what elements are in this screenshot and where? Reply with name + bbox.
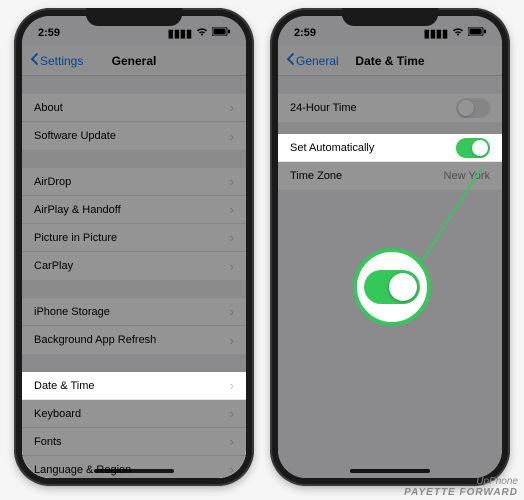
status-time: 2:59 [38, 27, 60, 39]
row-label: AirPlay & Handoff [34, 204, 121, 216]
row-value: New York [444, 170, 490, 182]
row-label: Date & Time [34, 380, 95, 392]
callout-connector [278, 16, 502, 478]
row-label: Background App Refresh [34, 334, 156, 346]
toggle-set-automatically[interactable] [456, 138, 490, 158]
row-label: AirDrop [34, 176, 71, 188]
row-time-zone[interactable]: Time Zone New York [278, 162, 502, 190]
row-date-time[interactable]: Date & Time › [22, 372, 246, 400]
row-set-automatically[interactable]: Set Automatically [278, 134, 502, 162]
row-background-app-refresh[interactable]: Background App Refresh › [22, 326, 246, 354]
row-label: iPhone Storage [34, 306, 110, 318]
chevron-left-icon [30, 53, 38, 68]
chevron-right-icon: › [230, 202, 234, 217]
battery-icon [468, 27, 486, 39]
settings-list[interactable]: About›Software Update›AirDrop›AirPlay & … [22, 94, 246, 478]
chevron-right-icon: › [230, 259, 234, 274]
toggle-on-icon [364, 270, 420, 304]
row-label: 24-Hour Time [290, 102, 357, 114]
row-language-region[interactable]: Language & Region› [22, 456, 246, 478]
row-label: About [34, 102, 63, 114]
back-label: Settings [40, 54, 83, 68]
row-software-update[interactable]: Software Update › [22, 122, 246, 150]
nav-bar: Settings General [22, 46, 246, 76]
chevron-right-icon: › [230, 230, 234, 245]
row-picture-in-picture[interactable]: Picture in Picture › [22, 224, 246, 252]
phone-left: 2:59 ▮▮▮▮ Settings [14, 8, 254, 486]
status-icons: ▮▮▮▮ [168, 27, 230, 40]
chevron-right-icon: › [230, 333, 234, 348]
row-label: Software Update [34, 130, 116, 142]
back-button[interactable]: General [286, 53, 339, 68]
watermark-line2: PAYETTE FORWARD [404, 487, 518, 498]
watermark: UpPhone PAYETTE FORWARD [404, 476, 518, 498]
status-time: 2:59 [294, 27, 316, 39]
row-label: Time Zone [290, 170, 342, 182]
wifi-icon [452, 27, 464, 39]
page-title: General [112, 54, 157, 68]
notch [342, 8, 438, 26]
row-label: Fonts [34, 436, 62, 448]
status-icons: ▮▮▮▮ [424, 27, 486, 40]
back-button[interactable]: Settings [30, 53, 83, 68]
row-24-hour-time[interactable]: 24-Hour Time [278, 94, 502, 122]
phone-right: 2:59 ▮▮▮▮ General [270, 8, 510, 486]
chevron-right-icon: › [230, 378, 234, 393]
row-about[interactable]: About › [22, 94, 246, 122]
home-indicator[interactable] [350, 469, 430, 473]
chevron-right-icon: › [230, 304, 234, 319]
notch [86, 8, 182, 26]
row-label: Set Automatically [290, 142, 374, 154]
battery-icon [212, 27, 230, 39]
callout-toggle-zoom [353, 248, 431, 326]
chevron-right-icon: › [230, 174, 234, 189]
row-carplay[interactable]: CarPlay › [22, 252, 246, 280]
nav-bar: General Date & Time [278, 46, 502, 76]
watermark-line1: UpPhone [404, 476, 518, 487]
back-label: General [296, 54, 339, 68]
chevron-right-icon: › [230, 462, 234, 477]
row-label: Picture in Picture [34, 232, 117, 244]
signal-icon: ▮▮▮▮ [168, 27, 192, 40]
row-label: Keyboard [34, 408, 81, 420]
chevron-right-icon: › [230, 100, 234, 115]
row-fonts[interactable]: Fonts › [22, 428, 246, 456]
chevron-right-icon: › [230, 129, 234, 144]
page-title: Date & Time [355, 54, 424, 68]
toggle-24-hour[interactable] [456, 98, 490, 118]
chevron-right-icon: › [230, 406, 234, 421]
row-label: CarPlay [34, 260, 73, 272]
chevron-right-icon: › [230, 434, 234, 449]
row-iphone-storage[interactable]: iPhone Storage › [22, 298, 246, 326]
wifi-icon [196, 27, 208, 39]
screen-date-time: 2:59 ▮▮▮▮ General [278, 16, 502, 478]
home-indicator[interactable] [94, 469, 174, 473]
chevron-left-icon [286, 53, 294, 68]
row-keyboard[interactable]: Keyboard › [22, 400, 246, 428]
row-airplay-handoff[interactable]: AirPlay & Handoff › [22, 196, 246, 224]
signal-icon: ▮▮▮▮ [424, 27, 448, 40]
screen-general: 2:59 ▮▮▮▮ Settings [22, 16, 246, 478]
date-time-list: 24-Hour Time Set Automatically Time Zone… [278, 94, 502, 190]
row-airdrop[interactable]: AirDrop › [22, 168, 246, 196]
